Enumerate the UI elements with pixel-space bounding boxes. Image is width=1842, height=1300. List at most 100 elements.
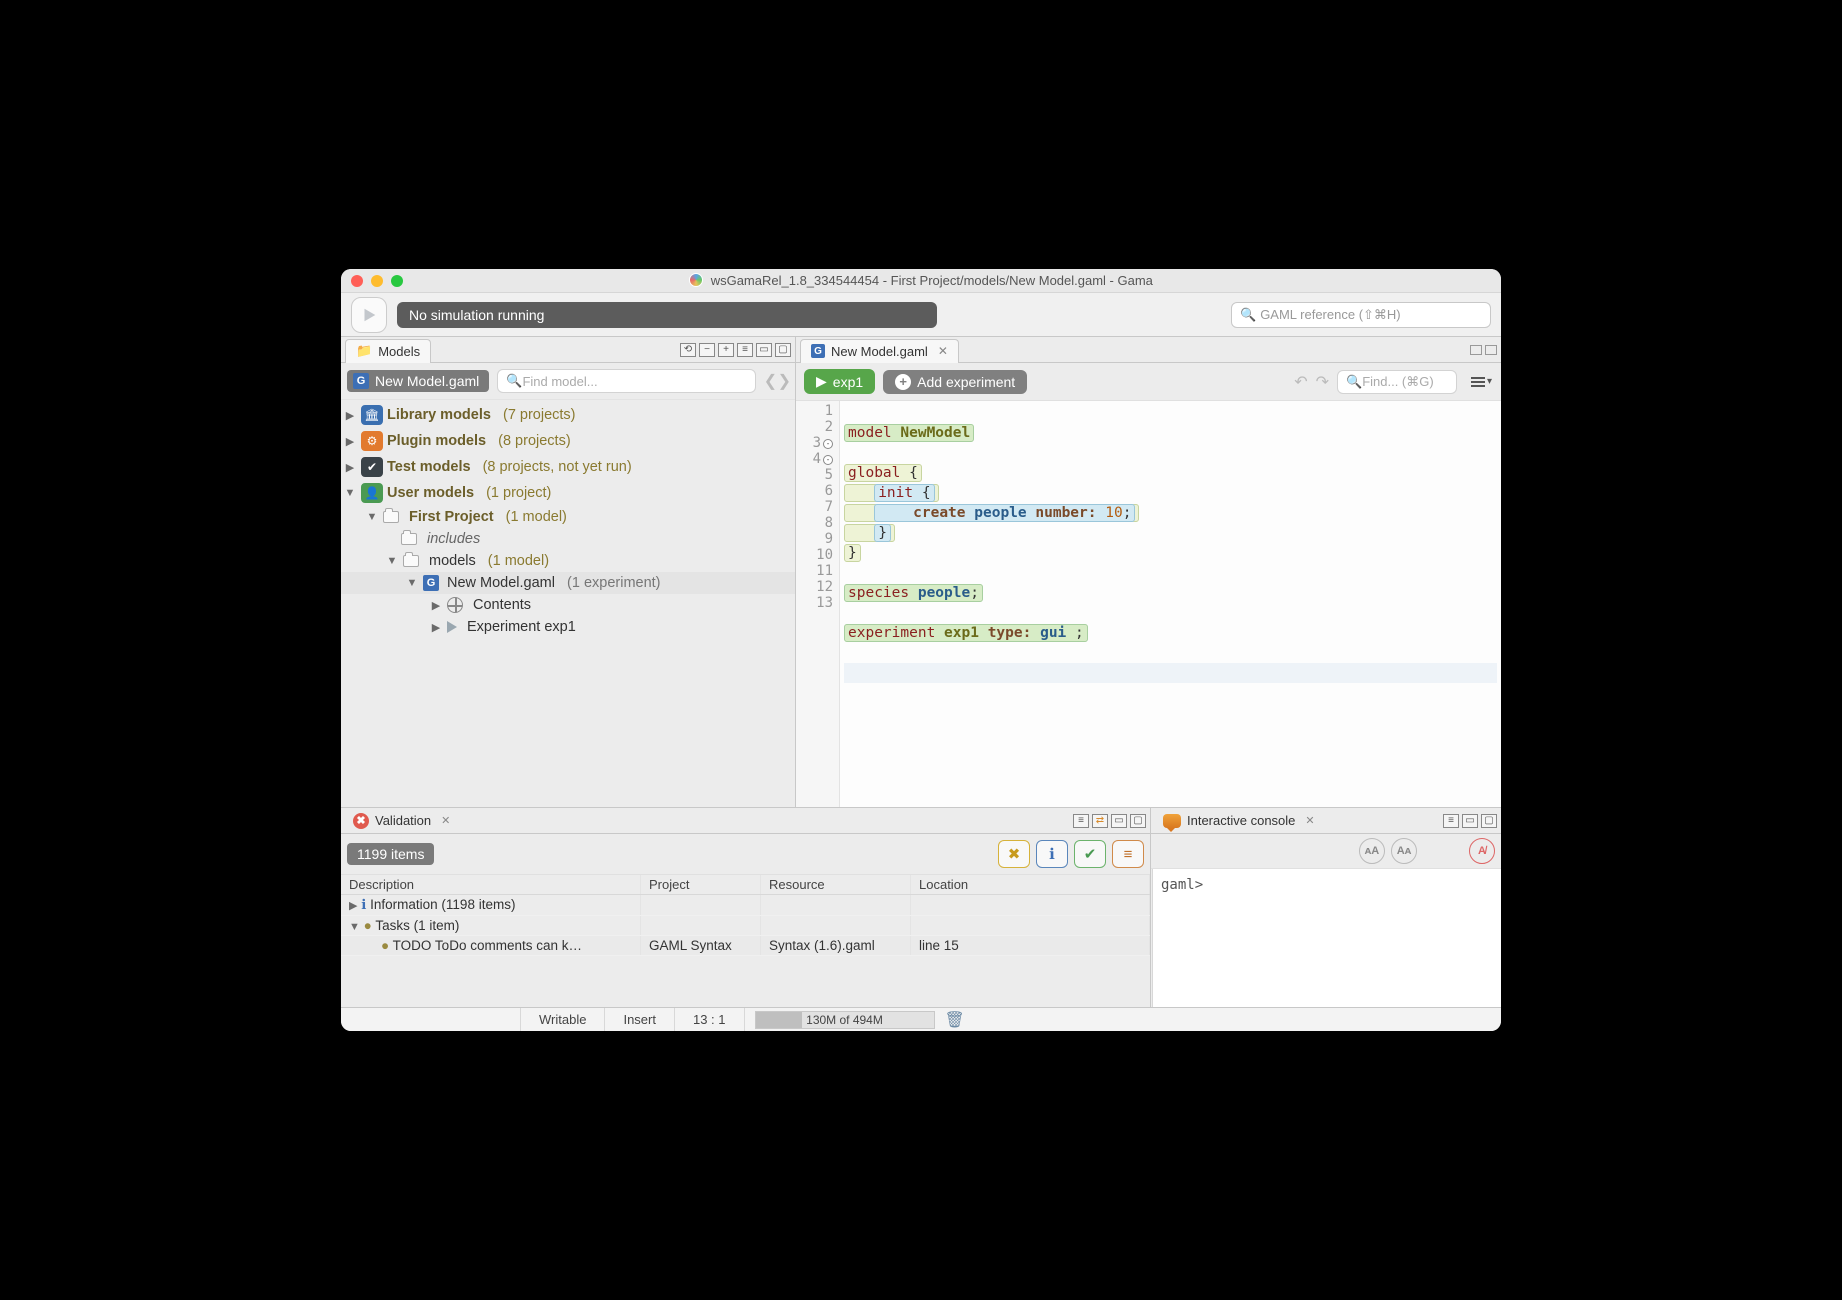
search-icon: 🔍 — [1240, 307, 1256, 323]
run-simulation-button[interactable] — [351, 297, 387, 333]
line-gutter: 1 2 3- 4- 5 6 7 8 9 10 11 12 13 — [796, 401, 840, 807]
table-row[interactable]: ▼ ● Tasks (1 item) — [341, 916, 1150, 936]
validation-table[interactable]: Description Project Resource Location ▶ … — [341, 875, 1150, 1007]
col-resource[interactable]: Resource — [761, 875, 911, 894]
validation-view-tab[interactable]: ✖ Validation ✕ — [345, 811, 458, 831]
close-tab-icon[interactable]: ✕ — [938, 344, 948, 358]
minimize-editor-icon[interactable] — [1470, 345, 1482, 355]
decrease-font-button[interactable]: ᴀA — [1359, 838, 1385, 864]
info-icon: ℹ — [361, 897, 366, 912]
editor-find-input[interactable]: 🔍 Find... (⌘G) — [1337, 370, 1457, 394]
minimize-view-icon[interactable]: ▭ — [1111, 814, 1127, 828]
maximize-view-icon[interactable]: ▢ — [775, 343, 791, 357]
col-description[interactable]: Description — [341, 875, 641, 894]
link-with-editor-icon[interactable]: ⟲ — [680, 343, 696, 357]
expand-all-icon[interactable]: + — [718, 343, 734, 357]
fold-icon[interactable]: - — [823, 439, 833, 449]
folder-icon — [403, 555, 419, 567]
user-icon: 👤 — [361, 483, 383, 503]
active-file-chip[interactable]: G New Model.gaml — [347, 370, 489, 392]
disclosure-icon[interactable]: ▶ — [343, 461, 357, 474]
group-by-icon[interactable]: ⇄ — [1092, 814, 1108, 828]
run-experiment-button[interactable]: ▶ exp1 — [804, 369, 875, 394]
app-icon — [689, 273, 703, 287]
error-icon: ✖ — [353, 813, 369, 829]
fold-icon[interactable]: - — [823, 455, 833, 465]
experiment-icon — [447, 621, 457, 633]
main-toolbar: No simulation running 🔍 GAML reference (… — [341, 293, 1501, 337]
maximize-view-icon[interactable]: ▢ — [1130, 814, 1146, 828]
items-count-chip: 1199 items — [347, 843, 434, 865]
status-cursor-pos: 13 : 1 — [675, 1008, 745, 1031]
editor-forward-icon[interactable]: ↷ — [1316, 372, 1329, 392]
status-insert-mode: Insert — [605, 1008, 675, 1031]
show-warnings-button[interactable]: ✖ — [998, 840, 1030, 868]
plus-icon: + — [895, 374, 911, 390]
play-icon: ▶ — [816, 373, 827, 390]
folder-icon: 📁 — [356, 343, 372, 359]
search-icon: 🔍 — [1346, 374, 1362, 390]
col-project[interactable]: Project — [641, 875, 761, 894]
minimize-view-icon[interactable]: ▭ — [756, 343, 772, 357]
close-view-icon[interactable]: ✕ — [441, 814, 450, 827]
disclosure-icon[interactable]: ▶ — [429, 599, 443, 612]
minimize-view-icon[interactable]: ▭ — [1462, 814, 1478, 828]
garbage-collect-button[interactable]: 🗑 — [945, 1010, 965, 1030]
tree-file-row[interactable]: ▼ G New Model.gaml (1 experiment) — [341, 572, 795, 594]
show-tasks-button[interactable]: ≡ — [1112, 840, 1144, 868]
console-view-tab[interactable]: Interactive console ✕ — [1155, 811, 1323, 830]
maximize-editor-icon[interactable] — [1485, 345, 1497, 355]
folder-icon — [383, 511, 399, 523]
table-row[interactable]: ● TODO ToDo comments can k… GAML Syntax … — [341, 936, 1150, 956]
collapse-all-icon[interactable]: − — [699, 343, 715, 357]
search-icon: 🔍 — [506, 373, 522, 389]
console-icon — [1163, 814, 1181, 828]
maximize-view-icon[interactable]: ▢ — [1481, 814, 1497, 828]
disclosure-icon[interactable]: ▼ — [343, 487, 357, 499]
heap-memory-indicator[interactable]: 130M of 494M — [755, 1011, 935, 1029]
task-icon: ● — [381, 938, 389, 953]
disclosure-icon[interactable]: ▼ — [385, 555, 399, 567]
globe-icon — [447, 597, 463, 613]
editor-back-icon[interactable]: ↶ — [1294, 372, 1307, 392]
disclosure-icon[interactable]: ▶ — [429, 621, 443, 634]
show-info-button[interactable]: ℹ — [1036, 840, 1068, 868]
close-view-icon[interactable]: ✕ — [1305, 814, 1314, 827]
disclosure-icon[interactable]: ▼ — [365, 511, 379, 523]
gaml-file-icon: G — [811, 344, 825, 358]
disclosure-icon[interactable]: ▼ — [405, 577, 419, 589]
chevron-down-icon: ▾ — [1487, 376, 1492, 387]
increase-font-button[interactable]: Aᴀ — [1391, 838, 1417, 864]
disclosure-icon[interactable]: ▶ — [343, 409, 357, 422]
editor-tab[interactable]: G New Model.gaml ✕ — [800, 339, 959, 363]
clear-console-button[interactable]: A̸ — [1469, 838, 1495, 864]
gaml-reference-search[interactable]: 🔍 GAML reference (⇧⌘H) — [1231, 302, 1491, 328]
find-model-input[interactable]: 🔍 Find model... — [497, 369, 755, 393]
task-icon: ● — [364, 918, 372, 933]
library-icon: 🏛 — [361, 405, 383, 425]
disclosure-icon[interactable]: ▶ — [343, 435, 357, 448]
outline-menu-button[interactable]: ▾ — [1471, 376, 1493, 387]
app-window: wsGamaRel_1.8_334544454 - First Project/… — [341, 269, 1501, 1031]
gaml-file-icon: G — [423, 575, 439, 591]
history-forward-icon[interactable]: ❯ — [778, 373, 789, 390]
filter-icon[interactable]: ≡ — [737, 343, 753, 357]
titlebar: wsGamaRel_1.8_334544454 - First Project/… — [341, 269, 1501, 293]
window-title: wsGamaRel_1.8_334544454 - First Project/… — [341, 273, 1501, 288]
code-editor[interactable]: 1 2 3- 4- 5 6 7 8 9 10 11 12 13 model Ne… — [796, 401, 1501, 807]
show-validated-button[interactable]: ✔ — [1074, 840, 1106, 868]
filter-tasks-icon[interactable]: ≡ — [1073, 814, 1089, 828]
status-writable: Writable — [521, 1008, 605, 1031]
col-location[interactable]: Location — [911, 875, 1150, 894]
test-icon: ✔ — [361, 457, 383, 477]
console-output[interactable]: gaml> — [1152, 869, 1501, 1007]
filter-icon[interactable]: ≡ — [1443, 814, 1459, 828]
add-experiment-button[interactable]: + Add experiment — [883, 370, 1027, 394]
models-tree[interactable]: ▶ 🏛 Library models (7 projects) ▶ ⚙ Plug… — [341, 400, 795, 807]
simulation-status: No simulation running — [397, 302, 937, 328]
history-back-icon[interactable]: ❮ — [764, 373, 775, 390]
models-view-tab[interactable]: 📁 Models — [345, 339, 431, 363]
plugin-icon: ⚙ — [361, 431, 383, 451]
gaml-file-icon: G — [353, 373, 369, 389]
table-row[interactable]: ▶ ℹ Information (1198 items) — [341, 895, 1150, 916]
